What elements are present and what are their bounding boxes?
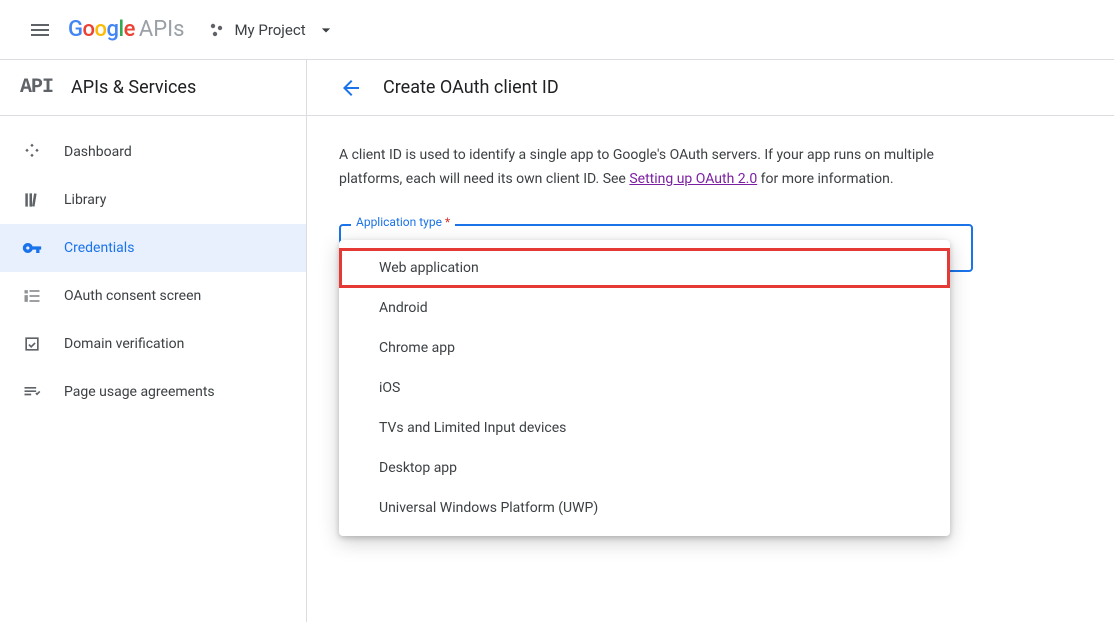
sidebar-section-title: APIs & Services	[71, 77, 196, 98]
application-type-dropdown: Web application Android Chrome app iOS T…	[339, 240, 950, 536]
menu-icon	[28, 18, 52, 42]
apis-logo-text: APIs	[139, 17, 185, 42]
required-asterisk: *	[445, 215, 450, 229]
sidebar-item-label: Domain verification	[64, 336, 184, 352]
option-tvs-limited-input[interactable]: TVs and Limited Input devices	[339, 408, 950, 448]
key-icon	[20, 236, 44, 260]
option-desktop-app[interactable]: Desktop app	[339, 448, 950, 488]
library-icon	[20, 188, 44, 212]
field-label: Application type *	[351, 215, 455, 229]
consent-icon	[20, 284, 44, 308]
page-title: Create OAuth client ID	[383, 77, 559, 98]
content-area: A client ID is used to identify a single…	[307, 116, 1114, 296]
hamburger-menu-button[interactable]	[16, 6, 64, 54]
option-ios[interactable]: iOS	[339, 368, 950, 408]
sidebar-item-label: Dashboard	[64, 144, 132, 160]
application-type-field: Application type * Web application Andro…	[339, 224, 973, 272]
sidebar-item-dashboard[interactable]: Dashboard	[0, 128, 306, 176]
option-android[interactable]: Android	[339, 288, 950, 328]
sidebar: API APIs & Services Dashboard Library	[0, 60, 307, 622]
option-web-application[interactable]: Web application	[339, 248, 950, 288]
main-header: Create OAuth client ID	[307, 60, 1114, 116]
logo[interactable]: Google APIs	[68, 17, 184, 42]
sidebar-item-label: Library	[64, 192, 106, 208]
google-logo-text: Google	[68, 17, 135, 42]
sidebar-nav: Dashboard Library Credentials OAuth cons…	[0, 116, 306, 416]
arrow-left-icon	[339, 76, 363, 100]
api-logo-icon: API	[20, 76, 53, 99]
sidebar-item-page-usage-agreements[interactable]: Page usage agreements	[0, 368, 306, 416]
chevron-down-icon	[316, 20, 336, 40]
project-selector[interactable]: My Project	[208, 20, 335, 40]
sidebar-item-label: Credentials	[64, 240, 134, 256]
description-text: A client ID is used to identify a single…	[339, 144, 979, 192]
agreements-icon	[20, 380, 44, 404]
back-button[interactable]	[331, 68, 371, 108]
option-chrome-app[interactable]: Chrome app	[339, 328, 950, 368]
sidebar-section-header: API APIs & Services	[0, 60, 306, 116]
sidebar-item-label: OAuth consent screen	[64, 288, 201, 304]
top-header: Google APIs My Project	[0, 0, 1114, 60]
project-icon	[208, 21, 226, 39]
verify-icon	[20, 332, 44, 356]
sidebar-item-library[interactable]: Library	[0, 176, 306, 224]
main-content: Create OAuth client ID A client ID is us…	[307, 60, 1114, 622]
dashboard-icon	[20, 140, 44, 164]
project-name-text: My Project	[234, 21, 305, 39]
sidebar-item-oauth-consent[interactable]: OAuth consent screen	[0, 272, 306, 320]
sidebar-item-credentials[interactable]: Credentials	[0, 224, 306, 272]
option-uwp[interactable]: Universal Windows Platform (UWP)	[339, 488, 950, 528]
setup-oauth-link[interactable]: Setting up OAuth 2.0	[629, 171, 757, 187]
body-layout: API APIs & Services Dashboard Library	[0, 60, 1114, 622]
sidebar-item-label: Page usage agreements	[64, 384, 215, 400]
sidebar-item-domain-verification[interactable]: Domain verification	[0, 320, 306, 368]
